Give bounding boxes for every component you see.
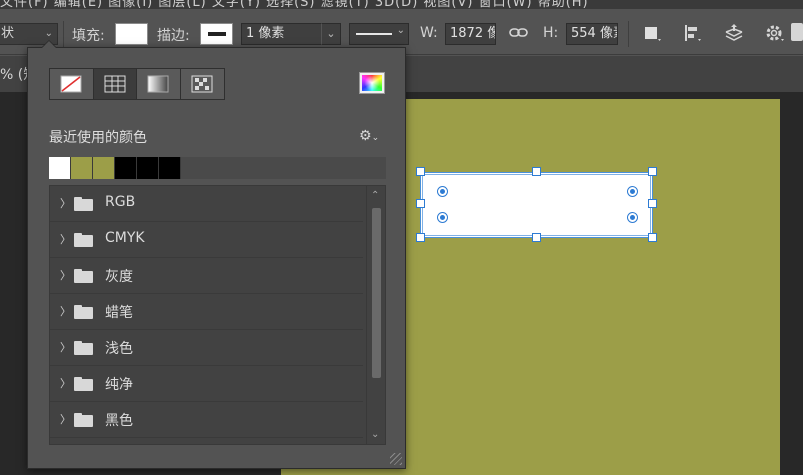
swatch-group[interactable]: 〉 RGB — [50, 186, 363, 222]
divider — [63, 21, 64, 47]
resize-grip-icon[interactable] — [390, 453, 402, 465]
swatch-group[interactable]: 〉 浅色 — [50, 330, 363, 366]
transform-handle[interactable] — [416, 167, 425, 176]
scroll-thumb[interactable] — [372, 208, 381, 378]
chevron-right-icon[interactable]: 〉 — [60, 411, 71, 427]
gear-icon[interactable] — [764, 22, 786, 50]
no-fill-button[interactable] — [50, 69, 94, 99]
chevron-down-icon: ⌄ — [396, 25, 405, 36]
transform-handle[interactable] — [416, 233, 425, 242]
chevron-right-icon[interactable]: 〉 — [60, 195, 71, 211]
transform-handle[interactable] — [532, 167, 541, 176]
path-operations-icon[interactable] — [643, 22, 663, 50]
link-dimensions-icon[interactable] — [509, 22, 529, 50]
corner-radius-handle[interactable] — [437, 212, 448, 223]
recent-colors-row — [49, 157, 386, 179]
stroke-color-swatch[interactable] — [200, 23, 233, 45]
swatch-grid-icon — [104, 75, 126, 93]
chevron-down-icon: ⌄ — [371, 133, 380, 143]
folder-icon — [74, 377, 93, 391]
fill-color-swatch[interactable] — [115, 23, 148, 45]
chevron-right-icon[interactable]: 〉 — [60, 267, 71, 283]
tool-mode-value: 状 — [1, 26, 15, 41]
recent-colors-title: 最近使用的颜色 — [49, 130, 147, 146]
fill-type-buttons — [49, 68, 225, 100]
swatch-group[interactable]: 〉 黑色 — [50, 402, 363, 438]
fill-label: 填充: — [72, 28, 105, 44]
color-picker-button[interactable] — [359, 72, 385, 94]
chevron-right-icon[interactable]: 〉 — [60, 231, 71, 247]
swatch-group-label: CMYK — [105, 230, 145, 246]
recent-color-swatch[interactable] — [71, 157, 93, 179]
fill-swatches-popup: 最近使用的颜色 ⚙⌄ 〉 RGB 〉 CMYK 〉 灰度 〉 蜡笔 〉 浅色 〉 纯净 〉 黑色 ⌃ ⌄ — [27, 47, 406, 469]
transform-handle[interactable] — [648, 233, 657, 242]
swatch-groups-list: 〉 RGB 〉 CMYK 〉 灰度 〉 蜡笔 〉 浅色 〉 纯净 〉 黑色 — [49, 185, 386, 445]
recent-color-swatch[interactable] — [137, 157, 159, 179]
swatch-group-label: 纯净 — [105, 377, 133, 393]
recent-color-swatch[interactable] — [159, 157, 181, 179]
transform-handle[interactable] — [532, 233, 541, 242]
folder-icon — [74, 413, 93, 427]
stroke-label: 描边: — [157, 28, 190, 44]
recent-color-swatch[interactable] — [49, 157, 71, 179]
recent-color-swatch[interactable] — [93, 157, 115, 179]
corner-radius-handle[interactable] — [627, 186, 638, 197]
stroke-width-dropdown[interactable]: ⌄ — [321, 23, 341, 45]
popup-pointer-fill — [42, 41, 56, 48]
no-fill-icon — [60, 75, 82, 93]
folder-icon — [74, 233, 93, 247]
divider — [628, 21, 629, 47]
pattern-button[interactable] — [180, 69, 224, 99]
photoshop-window: 文件(F) 编辑(E) 图像(I) 图层(L) 文字(Y) 选择(S) 滤镜(T… — [0, 0, 803, 475]
menu-bar-text[interactable]: 文件(F) 编辑(E) 图像(I) 图层(L) 文字(Y) 选择(S) 滤镜(T… — [0, 0, 589, 9]
swatch-group-label: RGB — [105, 194, 136, 210]
path-arrangement-icon[interactable] — [723, 22, 745, 50]
stroke-style-dropdown[interactable]: ⌄ — [349, 23, 409, 45]
scroll-up-icon[interactable]: ⌃ — [371, 190, 379, 201]
swatch-list-scrollbar[interactable]: ⌃ ⌄ — [366, 185, 386, 445]
transform-handle[interactable] — [648, 199, 657, 208]
swatch-group-label: 蜡笔 — [105, 305, 133, 321]
folder-icon — [74, 269, 93, 283]
gear-icon[interactable]: ⚙⌄ — [359, 128, 379, 144]
swatch-group[interactable]: 〉 灰度 — [50, 258, 363, 294]
swatch-group[interactable]: 〉 纯净 — [50, 366, 363, 402]
corner-radius-handle[interactable] — [437, 186, 448, 197]
swatch-group-label: 黑色 — [105, 413, 133, 429]
color-spectrum-icon — [362, 75, 382, 91]
corner-radius-handle[interactable] — [627, 212, 638, 223]
chevron-right-icon[interactable]: 〉 — [60, 339, 71, 355]
gradient-icon — [147, 75, 169, 93]
stroke-width-field[interactable]: 1 像素 — [241, 23, 322, 45]
folder-icon — [74, 197, 93, 211]
width-label: W: — [420, 25, 438, 41]
pattern-icon — [191, 75, 213, 93]
solid-color-button[interactable] — [93, 69, 137, 99]
height-label: H: — [543, 25, 559, 41]
transform-handle[interactable] — [416, 199, 425, 208]
recent-color-swatch[interactable] — [115, 157, 137, 179]
height-field[interactable]: 554 像素 — [566, 23, 618, 45]
path-alignment-icon[interactable] — [683, 22, 703, 50]
swatch-group-label: 灰度 — [105, 269, 133, 285]
align-edges-checkbox[interactable] — [791, 23, 803, 41]
width-field[interactable]: 1872 像 — [445, 23, 496, 45]
swatch-group[interactable]: 〉 CMYK — [50, 222, 363, 258]
gradient-button[interactable] — [137, 69, 181, 99]
swatch-group-label: 浅色 — [105, 341, 133, 357]
swatch-group[interactable]: 〉 蜡笔 — [50, 294, 363, 330]
rectangle-shape[interactable] — [420, 172, 653, 238]
scroll-down-icon[interactable]: ⌄ — [371, 429, 379, 440]
menu-bar: 文件(F) 编辑(E) 图像(I) 图层(L) 文字(Y) 选择(S) 滤镜(T… — [0, 0, 803, 9]
chevron-right-icon[interactable]: 〉 — [60, 303, 71, 319]
chevron-right-icon[interactable]: 〉 — [60, 375, 71, 391]
folder-icon — [74, 305, 93, 319]
transform-handle[interactable] — [648, 167, 657, 176]
folder-icon — [74, 341, 93, 355]
